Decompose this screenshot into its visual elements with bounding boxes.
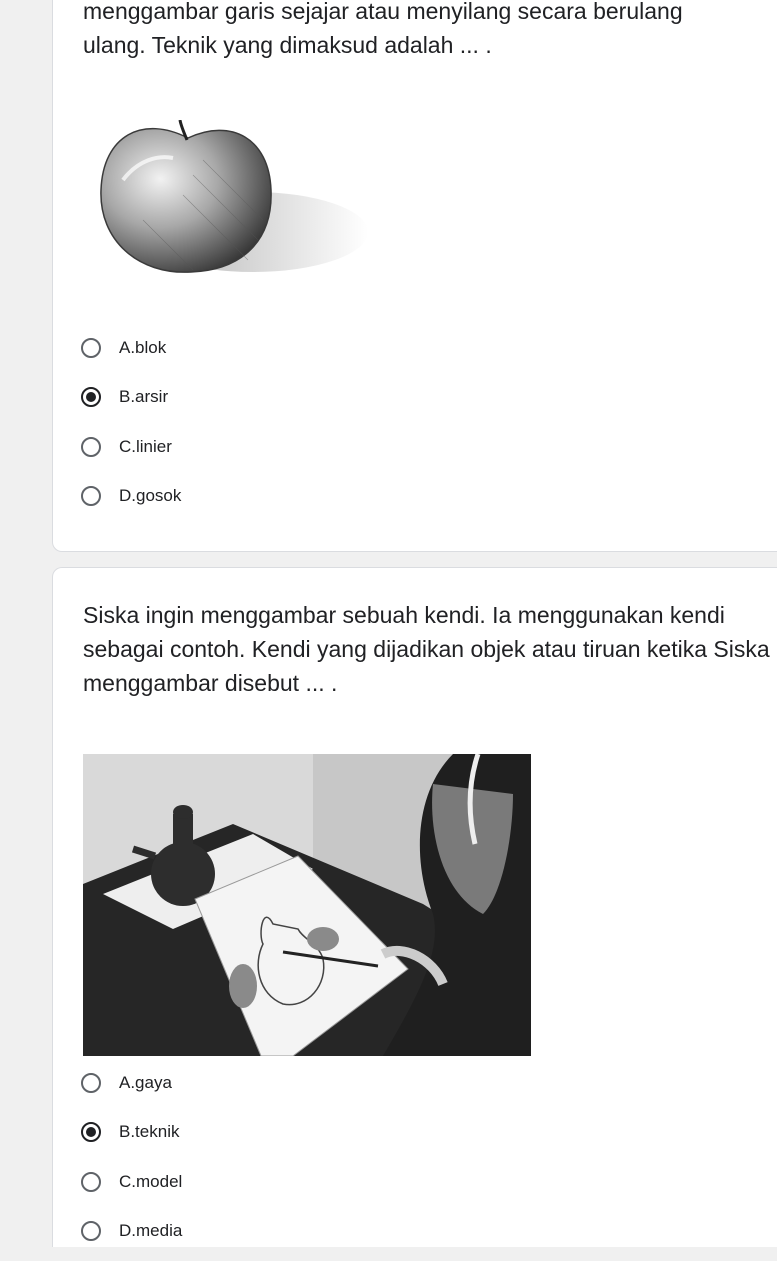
options-list-1: A.blok B.arsir C.linier D.gosok <box>81 323 181 521</box>
question-text-line-1: menggambar garis sejajar atau menyilang … <box>83 0 683 24</box>
option-d[interactable]: D.media <box>81 1207 182 1257</box>
option-a[interactable]: A.blok <box>81 323 181 373</box>
radio-button-icon[interactable] <box>81 337 101 358</box>
option-a[interactable]: A.gaya <box>81 1058 182 1108</box>
apple-pencil-drawing-icon <box>100 119 368 273</box>
radio-button-icon[interactable] <box>81 486 101 507</box>
option-b[interactable]: B.teknik <box>81 1108 182 1158</box>
radio-button-icon[interactable] <box>81 1072 101 1093</box>
radio-button-icon[interactable] <box>81 436 101 457</box>
radio-button-checked-icon[interactable] <box>81 387 101 408</box>
radio-button-checked-icon[interactable] <box>81 1122 101 1143</box>
options-list-2: A.gaya B.teknik C.model D.media <box>81 1058 182 1256</box>
option-c[interactable]: C.model <box>81 1157 182 1207</box>
question-text: Siska ingin menggambar sebuah kendi. Ia … <box>83 602 770 696</box>
radio-button-icon[interactable] <box>81 1171 101 1192</box>
option-label: A.blok <box>119 337 167 357</box>
option-label: B.arsir <box>119 387 169 407</box>
option-c[interactable]: C.linier <box>81 422 181 472</box>
question-text-line-2: ulang. Teknik yang dimaksud adalah ... . <box>83 32 492 58</box>
option-label: C.model <box>119 1171 183 1191</box>
option-d[interactable]: D.gosok <box>81 472 181 522</box>
option-label: C.linier <box>119 436 172 456</box>
option-label: D.media <box>119 1221 183 1241</box>
question-text: menggambar garis sejajar atau menyilang … <box>83 0 777 62</box>
girl-drawing-jug-image <box>83 753 531 1061</box>
question-card-2: Siska ingin menggambar sebuah kendi. Ia … <box>52 567 777 1247</box>
option-label: B.teknik <box>119 1122 180 1142</box>
option-b[interactable]: B.arsir <box>81 373 181 423</box>
girl-drawing-jug-photo-icon <box>83 753 531 1057</box>
option-label: A.gaya <box>119 1072 172 1092</box>
option-label: D.gosok <box>119 486 182 506</box>
apple-drawing-image <box>83 119 403 310</box>
question-card-1: menggambar garis sejajar atau menyilang … <box>52 0 777 552</box>
radio-button-icon[interactable] <box>81 1221 101 1242</box>
